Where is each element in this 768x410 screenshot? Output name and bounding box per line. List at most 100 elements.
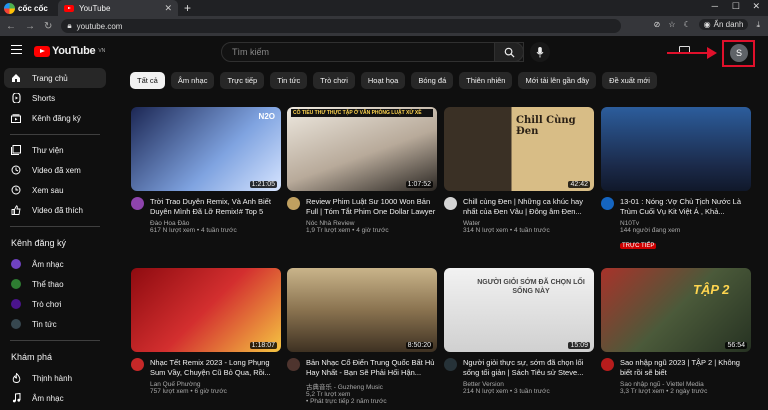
video-title[interactable]: Trời Trao Duyên Remix, Và Anh Biết Duyên… [150,197,281,217]
fire-icon [11,373,21,383]
subscriptions-icon [11,113,21,123]
channel-avatar[interactable] [601,197,614,210]
channel-avatar[interactable] [444,358,457,371]
sidebar-item-sports[interactable]: Thể thao [0,274,110,294]
annotation-arrow [667,52,711,54]
video-title[interactable]: Sao nhập ngũ 2023 | TẬP 2 | Không biết r… [620,358,751,378]
channel-name[interactable]: Đào Hoa Đảo [150,220,281,227]
chip-news[interactable]: Tin tức [270,72,308,89]
video-duration: 15:09 [568,342,590,349]
video-title[interactable]: Review Phim Luật Sư 1000 Won Bản Full | … [306,197,437,217]
eye-off-icon[interactable]: ⊘ [654,20,661,29]
sidebar-item-history[interactable]: Video đã xem [0,160,110,180]
chip-all[interactable]: Tất cả [130,72,165,89]
search-input[interactable]: Tìm kiếm [221,42,524,62]
account-avatar[interactable]: S [730,44,748,62]
channel-name[interactable]: Nóc Nhà Review [306,220,437,227]
close-tab-icon[interactable]: ✕ [164,3,172,14]
video-title[interactable]: 13-01 : Nóng :Vợ Chủ Tịch Nước Là Trùm C… [620,197,751,217]
sidebar-item-shorts[interactable]: Shorts [0,88,110,108]
chip-gaming[interactable]: Trò chơi [313,72,355,89]
channel-avatar[interactable] [601,358,614,371]
channel-name[interactable]: N10Tv [620,220,751,227]
chip-new-to-you[interactable]: Đề xuất mới [602,72,657,89]
video-card[interactable]: 13-01 : Nóng :Vợ Chủ Tịch Nước Là Trùm C… [601,107,751,252]
channel-name[interactable]: Sao nhập ngũ - Viettel Media [620,381,751,388]
sidebar-item-library[interactable]: Thư viện [0,140,110,160]
video-title[interactable]: Nhạc Tết Remix 2023 - Long Phụng Sum Vầy… [150,358,281,378]
sidebar-item-liked-videos[interactable]: Video đã thích [0,200,110,220]
channel-name[interactable]: Better Version [463,381,594,388]
chip-music[interactable]: Âm nhạc [170,72,215,89]
channel-avatar[interactable] [131,197,144,210]
chip-nature[interactable]: Thiên nhiên [459,72,513,89]
video-thumbnail[interactable]: TẬP 2 56:54 [601,268,751,352]
video-card[interactable]: 1:18:07 Nhạc Tết Remix 2023 - Long Phụng… [131,268,281,395]
incognito-profile-button[interactable]: ◉ Ẩn danh [698,19,749,30]
video-title[interactable]: Bản Nhạc Cổ Điển Trung Quốc Bất Hủ Hay N… [306,358,437,378]
back-icon[interactable]: ← [6,21,16,32]
hamburger-menu-icon[interactable] [11,45,22,54]
video-card[interactable]: CÔ TIỂU THƯ THỰC TẬP Ở VĂN PHÒNG LUẬT XỬ… [287,107,437,234]
voice-search-button[interactable] [530,42,550,62]
sidebar-item-gaming[interactable]: Trò chơi [0,294,110,314]
browser-tab-youtube[interactable]: YouTube ✕ [58,0,178,16]
video-thumbnail[interactable]: CÔ TIỂU THƯ THỰC TẬP Ở VĂN PHÒNG LUẬT XỬ… [287,107,437,191]
channel-avatar[interactable] [287,358,300,371]
sidebar-item-label: Xem sau [32,185,64,195]
sidebar-item-watch-later[interactable]: Xem sau [0,180,110,200]
close-window-button[interactable]: ✕ [752,1,760,12]
video-thumbnail[interactable]: 8:50:20 [287,268,437,352]
video-thumbnail[interactable]: NGƯỜI GIỎI SỚM ĐÃ CHỌN LỐI SỐNG NÀY 15:0… [444,268,594,352]
video-thumbnail[interactable] [601,107,751,191]
video-thumbnail[interactable]: 1:18:07 [131,268,281,352]
video-card[interactable]: Chill Cùng Đen 42:42 Chill cùng Đen | Nh… [444,107,594,234]
sidebar-item-news[interactable]: Tin tức [0,314,110,334]
reload-icon[interactable]: ↻ [44,21,52,32]
sidebar-item-subscriptions[interactable]: Kênh đăng ký [0,108,110,128]
chip-football[interactable]: Bóng đá [411,72,454,89]
thumbnail-caption: NGƯỜI GIỎI SỚM ĐÃ CHỌN LỐI SỐNG NÀY [477,279,585,295]
video-duration: 42:42 [568,181,590,188]
sidebar-item-explore-music[interactable]: Âm nhạc [0,388,110,408]
chip-animation[interactable]: Hoạt họa [360,72,406,89]
thumbnail-badge: N2O [258,112,275,121]
address-bar[interactable]: 🔒︎ youtube.com [61,19,622,33]
browser-brand[interactable]: cốc cốc [0,0,58,16]
video-card[interactable]: 8:50:20 Bản Nhạc Cổ Điển Trung Quốc Bất … [287,268,437,405]
video-card[interactable]: N2O 1:21:05 Trời Trao Duyên Remix, Và An… [131,107,281,234]
video-card[interactable]: NGƯỜI GIỎI SỚM ĐÃ CHỌN LỐI SỐNG NÀY 15:0… [444,268,594,395]
maximize-button[interactable]: ☐ [732,1,740,12]
video-thumbnail[interactable]: N2O 1:21:05 [131,107,281,191]
incognito-label: Ẩn danh [713,20,744,29]
video-title[interactable]: Chill cùng Đen | Những ca khúc hay nhất … [463,197,594,217]
sidebar-item-music[interactable]: Âm nhạc [0,254,110,274]
channel-name[interactable]: 古典音乐 - Guzheng Music [306,381,437,391]
search-button[interactable] [494,42,524,62]
sidebar-item-label: Thư viện [32,145,64,155]
incognito-icon: ◉ [703,20,711,29]
new-tab-button[interactable]: + [184,1,191,15]
chip-recently-uploaded[interactable]: Mới tải lên gần đây [518,72,597,89]
chip-live[interactable]: Trực tiếp [220,72,265,89]
search-icon [504,47,515,58]
browser-toolbar: ← → ↻ 🔒︎ youtube.com ⊘ ☆ ☾ ◉ Ẩn danh ⤓ [0,16,768,36]
moon-icon[interactable]: ☾ [683,20,690,29]
channel-avatar[interactable] [131,358,144,371]
star-icon[interactable]: ☆ [668,20,675,29]
video-title[interactable]: Người giỏi thực sự, sớm đã chọn lối sống… [463,358,594,378]
forward-icon[interactable]: → [25,21,35,32]
channel-name[interactable]: Water [463,220,594,227]
channel-avatar[interactable] [444,197,457,210]
minimize-button[interactable]: ─ [712,1,718,11]
toolbar-right: ⊘ ☆ ☾ ◉ Ẩn danh ⤓ [654,19,760,30]
sidebar-item-home[interactable]: Trang chủ [4,68,106,88]
sidebar-item-label: Trang chủ [32,73,68,83]
channel-name[interactable]: Lan Quế Phường [150,381,281,388]
youtube-logo[interactable]: YouTube VN [34,45,105,57]
video-card[interactable]: TẬP 2 56:54 Sao nhập ngũ 2023 | TẬP 2 | … [601,268,751,395]
video-thumbnail[interactable]: Chill Cùng Đen 42:42 [444,107,594,191]
channel-avatar[interactable] [287,197,300,210]
download-icon[interactable]: ⤓ [756,20,760,30]
sidebar-item-trending[interactable]: Thịnh hành [0,368,110,388]
